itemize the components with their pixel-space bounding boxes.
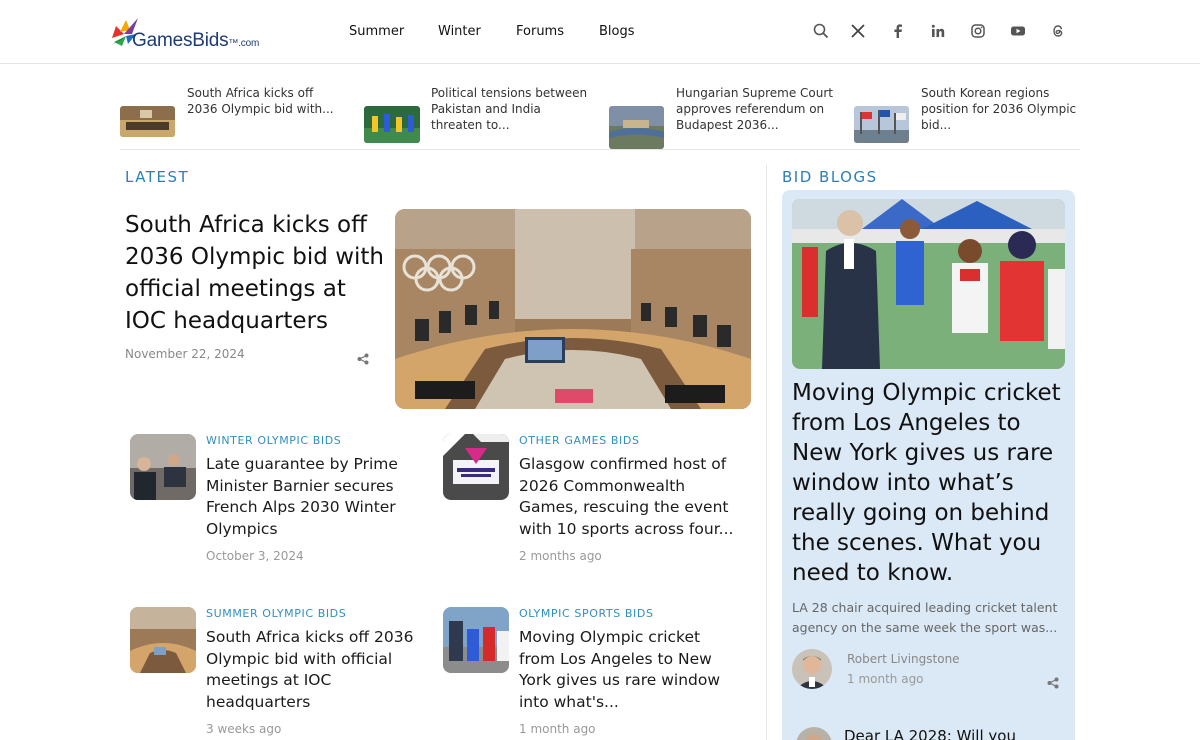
- facebook-icon[interactable]: [889, 22, 907, 40]
- article-card[interactable]: OTHER GAMES BIDS Glasgow confirmed host …: [443, 434, 743, 574]
- site-logo[interactable]: GamesBids™.com: [110, 16, 260, 52]
- ticker-headline: South Africa kicks off 2036 Olympic bid …: [187, 86, 334, 116]
- youtube-icon[interactable]: [1009, 22, 1027, 40]
- author-name[interactable]: Robert Livingstone: [847, 652, 960, 666]
- article-date: 1 month ago: [519, 722, 596, 736]
- ticker-item[interactable]: South Korean regions position for 2036 O…: [854, 84, 1084, 143]
- next-blog-avatar[interactable]: [796, 727, 832, 740]
- next-blog-title[interactable]: Dear LA 2028: Will you: [844, 727, 1016, 740]
- headline-ticker: South Africa kicks off 2036 Olympic bid …: [120, 64, 1080, 150]
- article-thumbnail: [443, 434, 509, 500]
- ticker-thumbnail: [120, 106, 175, 137]
- article-title[interactable]: Glasgow confirmed host of 2026 Commonwea…: [519, 454, 741, 540]
- article-thumbnail: [443, 607, 509, 673]
- article-title[interactable]: Late guarantee by Prime Minister Barnier…: [206, 454, 428, 540]
- share-icon[interactable]: [357, 350, 369, 365]
- site-header: GamesBids™.com Summer Winter Forums Blog…: [0, 0, 1200, 64]
- article-title[interactable]: South Africa kicks off 2036 Olympic bid …: [206, 627, 428, 713]
- article-category[interactable]: OLYMPIC SPORTS BIDS: [519, 607, 654, 620]
- article-card[interactable]: SUMMER OLYMPIC BIDS South Africa kicks o…: [130, 607, 430, 740]
- ticker-thumbnail: [364, 106, 420, 143]
- featured-article-date: November 22, 2024: [125, 347, 245, 361]
- article-thumbnail: [130, 607, 196, 673]
- logo-wordmark: GamesBids: [132, 30, 229, 51]
- ticker-item[interactable]: South Africa kicks off 2036 Olympic bid …: [120, 84, 350, 137]
- latest-heading: LATEST: [125, 168, 190, 186]
- nav-blogs[interactable]: Blogs: [599, 24, 635, 39]
- logo-tld: ™.com: [228, 38, 260, 49]
- nav-forums[interactable]: Forums: [516, 24, 564, 39]
- ticker-thumbnail: [854, 106, 909, 143]
- sidebar-divider: [766, 165, 767, 740]
- author-avatar[interactable]: [792, 649, 832, 689]
- logo-text: GamesBids™.com: [132, 30, 259, 52]
- article-card[interactable]: OLYMPIC SPORTS BIDS Moving Olympic crick…: [443, 607, 743, 740]
- linkedin-icon[interactable]: [929, 22, 947, 40]
- featured-article-title[interactable]: South Africa kicks off 2036 Olympic bid …: [125, 209, 385, 337]
- x-icon[interactable]: [849, 22, 867, 40]
- nav-summer[interactable]: Summer: [349, 24, 404, 39]
- instagram-icon[interactable]: [969, 22, 987, 40]
- blog-featured-image[interactable]: [792, 199, 1065, 369]
- ticker-headline: Political tensions between Pakistan and …: [431, 86, 588, 132]
- ticker-headline: Hungarian Supreme Court approves referen…: [676, 86, 833, 132]
- ticker-thumbnail: [609, 106, 664, 149]
- article-category[interactable]: WINTER OLYMPIC BIDS: [206, 434, 341, 447]
- article-date: 2 months ago: [519, 549, 602, 563]
- ticker-headline: South Korean regions position for 2036 O…: [921, 86, 1077, 132]
- blog-featured-excerpt: LA 28 chair acquired leading cricket tal…: [792, 600, 1058, 635]
- article-title[interactable]: Moving Olympic cricket from Los Angeles …: [519, 627, 741, 713]
- nav-winter[interactable]: Winter: [438, 24, 481, 39]
- article-date: October 3, 2024: [206, 549, 304, 563]
- bid-blogs-panel: Moving Olympic cricket from Los Angeles …: [782, 190, 1075, 740]
- search-icon[interactable]: [812, 22, 830, 40]
- blog-post-date: 1 month ago: [847, 672, 924, 686]
- threads-icon[interactable]: [1049, 22, 1067, 40]
- article-category[interactable]: SUMMER OLYMPIC BIDS: [206, 607, 346, 620]
- bid-blogs-heading: BID BLOGS: [782, 168, 878, 186]
- article-category[interactable]: OTHER GAMES BIDS: [519, 434, 640, 447]
- share-icon[interactable]: [1047, 674, 1059, 689]
- article-card[interactable]: WINTER OLYMPIC BIDS Late guarantee by Pr…: [130, 434, 430, 574]
- ticker-item[interactable]: Political tensions between Pakistan and …: [364, 84, 594, 143]
- article-thumbnail: [130, 434, 196, 500]
- blog-featured-title[interactable]: Moving Olympic cricket from Los Angeles …: [792, 378, 1070, 588]
- article-date: 3 weeks ago: [206, 722, 282, 736]
- featured-article-image[interactable]: [395, 209, 751, 409]
- ticker-item[interactable]: Hungarian Supreme Court approves referen…: [609, 84, 839, 149]
